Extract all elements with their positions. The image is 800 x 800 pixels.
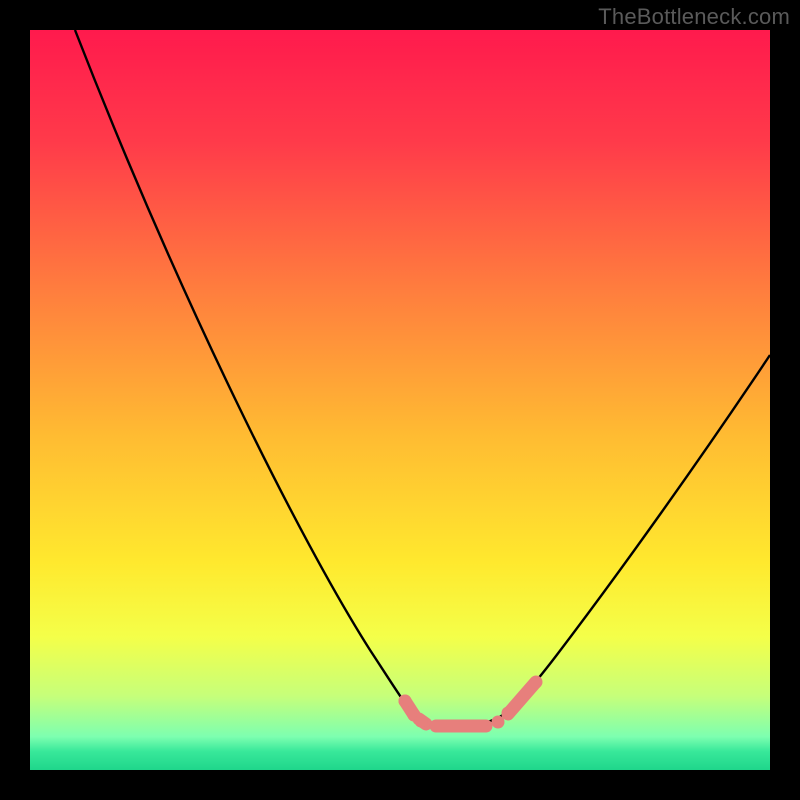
marker-dot bbox=[530, 676, 543, 689]
marker-dot bbox=[502, 707, 515, 720]
outer-frame-bottom bbox=[0, 770, 800, 800]
chart-stage: TheBottleneck.com bbox=[0, 0, 800, 800]
chart-svg bbox=[0, 0, 800, 800]
attribution-text: TheBottleneck.com bbox=[598, 4, 790, 30]
outer-frame-left bbox=[0, 0, 30, 800]
outer-frame-right bbox=[770, 0, 800, 800]
plot-area bbox=[30, 30, 770, 770]
marker-dot bbox=[415, 715, 428, 728]
marker-dot bbox=[399, 695, 412, 708]
marker-dot bbox=[492, 716, 505, 729]
